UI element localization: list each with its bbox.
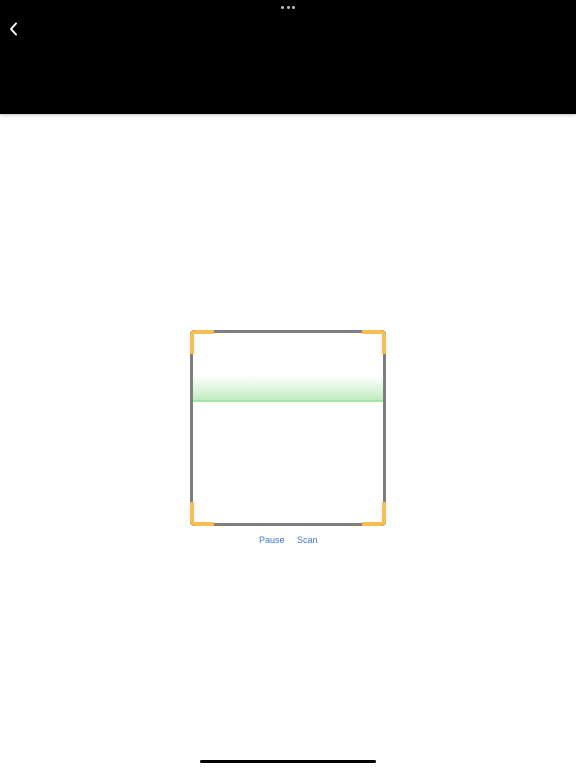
pause-button[interactable]: Pause xyxy=(259,534,285,546)
viewfinder-corner-bottom-right xyxy=(362,502,386,526)
home-indicator[interactable] xyxy=(200,760,376,763)
scan-line xyxy=(193,375,383,402)
dot xyxy=(292,5,295,9)
viewfinder-corner-top-right xyxy=(362,330,386,354)
scanner-controls: Pause Scan xyxy=(0,534,576,548)
scanner-screen: Pause Scan xyxy=(0,0,576,768)
top-navigation-bar xyxy=(0,0,576,114)
viewfinder-corner-bottom-left xyxy=(190,502,214,526)
scan-button[interactable]: Scan xyxy=(297,534,318,546)
dot xyxy=(281,5,284,9)
viewfinder-corner-top-left xyxy=(190,330,214,354)
more-dots-icon[interactable] xyxy=(281,4,295,10)
chevron-left-icon xyxy=(10,22,17,36)
back-button[interactable] xyxy=(2,17,26,41)
scan-viewfinder xyxy=(190,330,386,526)
dot xyxy=(286,5,290,9)
